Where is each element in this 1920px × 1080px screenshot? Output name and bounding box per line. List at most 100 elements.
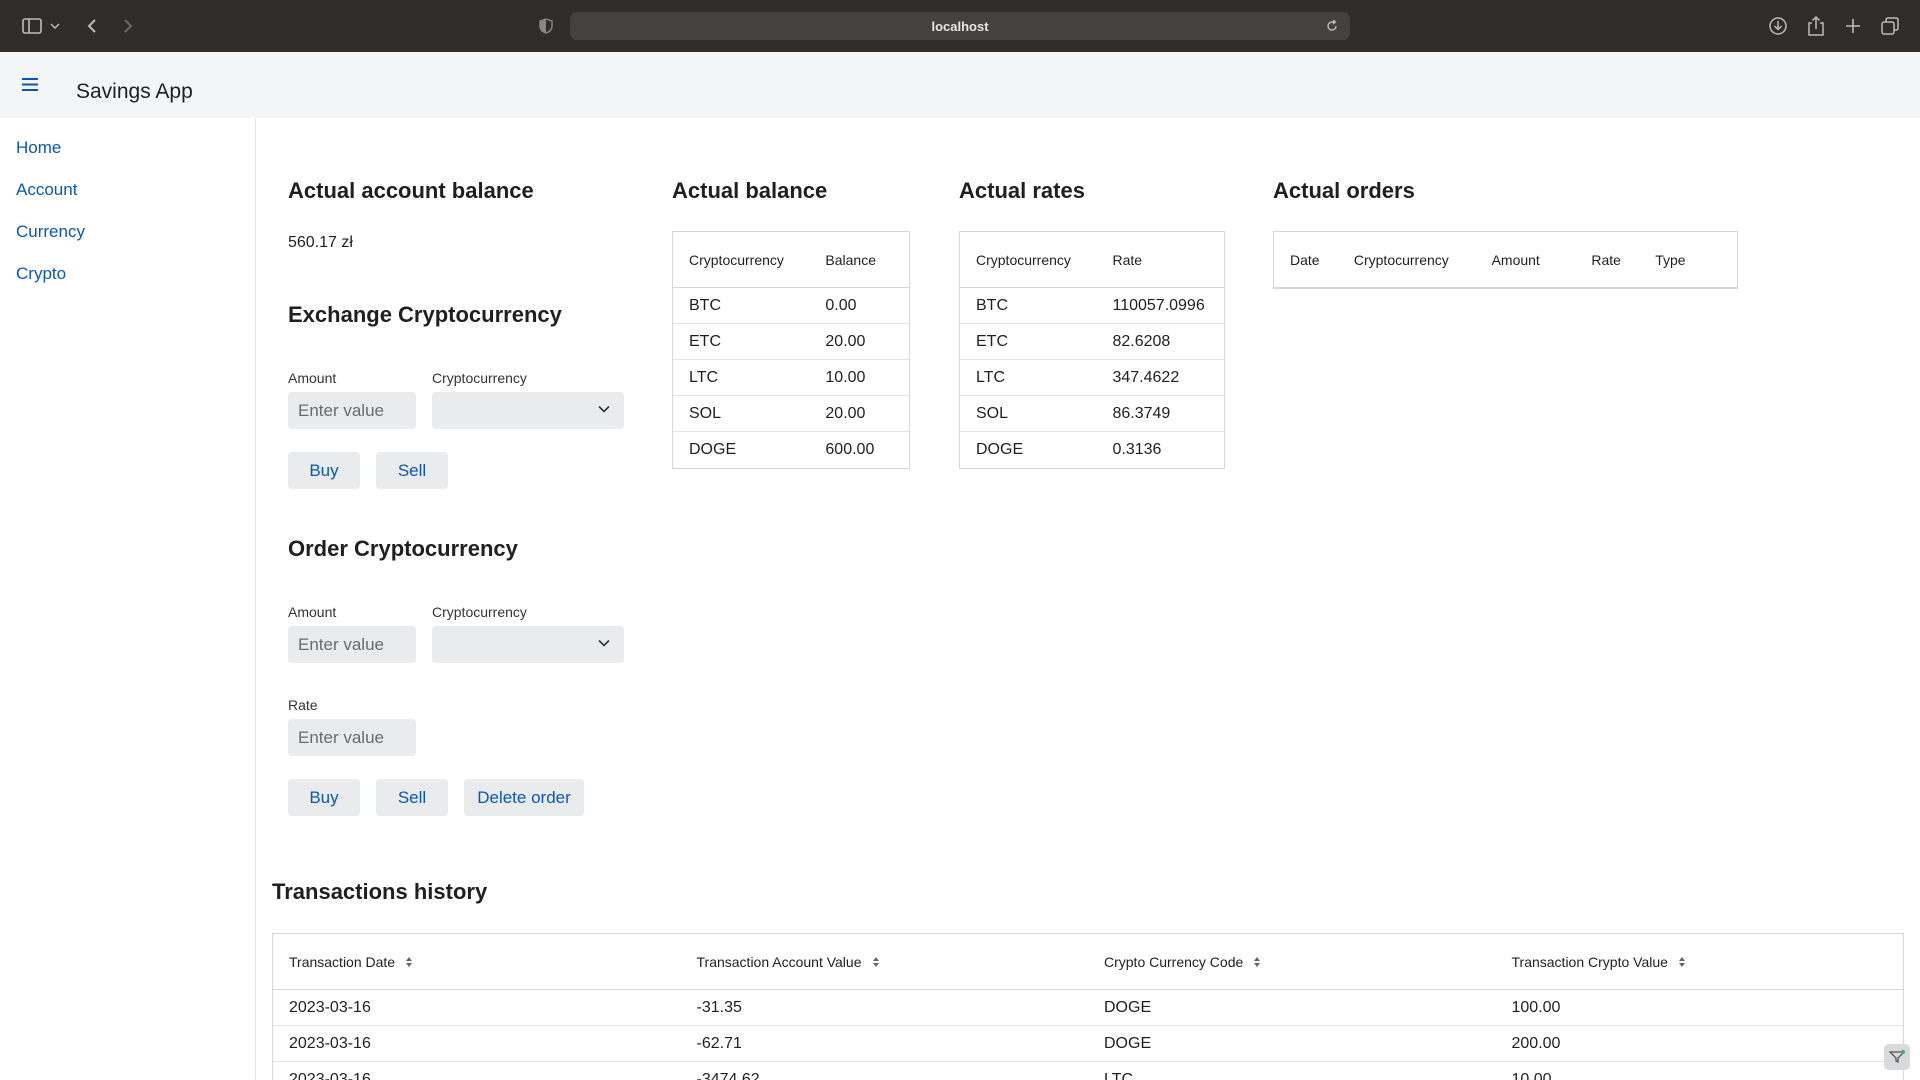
table-row: DOGE 0.3136 — [960, 432, 1224, 468]
table-cell: 110057.0996 — [1112, 296, 1205, 314]
order-heading: Order Cryptocurrency — [288, 536, 518, 561]
table-cell: 600.00 — [825, 441, 875, 458]
table-cell: 86.3749 — [1112, 404, 1171, 422]
order-rate-label: Rate — [288, 697, 318, 713]
tabs-overview-icon[interactable] — [1878, 14, 1902, 38]
table-header-row: Date Cryptocurrency Amount Rate Type — [1274, 232, 1737, 288]
table-cell: DOGE — [1104, 998, 1152, 1016]
table-cell: SOL — [976, 404, 1009, 422]
order-rate-input[interactable]: Enter value — [288, 719, 416, 756]
column-header-label: Transaction Account Value — [696, 953, 862, 970]
exchange-buy-button[interactable]: Buy — [288, 452, 360, 489]
column-header-label: Transaction Date — [289, 953, 396, 970]
table-cell: 100.00 — [1511, 998, 1561, 1016]
browser-toolbar: localhost — [0, 0, 1920, 52]
table-cell: BTC — [689, 296, 721, 314]
sidebar-item-home[interactable]: Home — [16, 138, 61, 158]
back-arrow-icon[interactable] — [80, 14, 104, 38]
delete-order-button[interactable]: Delete order — [464, 779, 584, 816]
table-cell: 10.00 — [1511, 1070, 1552, 1080]
column-header-account-value[interactable]: Transaction Account Value — [681, 954, 1089, 970]
table-cell: DOGE — [976, 441, 1024, 458]
sidebar-item-account[interactable]: Account — [16, 180, 77, 200]
exchange-amount-input[interactable]: Enter value — [288, 392, 416, 429]
sidebar-toggle-icon[interactable] — [20, 14, 44, 38]
table-row: SOL 20.00 — [673, 396, 909, 432]
column-header: Rate — [1591, 251, 1621, 268]
chevron-down-icon[interactable] — [48, 14, 62, 38]
order-amount-label: Amount — [288, 604, 337, 620]
column-header: Rate — [1112, 251, 1143, 268]
sidebar-item-crypto[interactable]: Crypto — [16, 264, 66, 284]
table-row: DOGE 600.00 — [673, 432, 909, 468]
sidebar-item-currency[interactable]: Currency — [16, 222, 85, 242]
app-title: Savings App — [76, 80, 193, 103]
exchange-sell-button[interactable]: Sell — [376, 452, 448, 489]
order-buy-button[interactable]: Buy — [288, 779, 360, 816]
history-table: Transaction Date Transaction Account Val… — [272, 933, 1904, 1080]
sort-icon[interactable] — [405, 956, 413, 968]
table-cell: ETC — [976, 332, 1008, 350]
download-icon[interactable] — [1766, 14, 1790, 38]
order-amount-input[interactable]: Enter value — [288, 626, 416, 663]
orders-table: Date Cryptocurrency Amount Rate Type — [1273, 231, 1738, 289]
table-row: 2023-03-16 -3474.62 LTC 10.00 — [273, 1062, 1903, 1080]
table-cell: 10.00 — [825, 368, 866, 386]
order-amount-placeholder: Enter value — [298, 634, 384, 654]
app-header: Savings App — [0, 52, 1920, 118]
table-cell: LTC — [689, 368, 719, 386]
history-heading: Transactions history — [272, 879, 488, 904]
table-cell: LTC — [976, 368, 1006, 386]
column-header: Amount — [1491, 251, 1540, 268]
table-cell: ETC — [689, 332, 721, 350]
table-row: 2023-03-16 -31.35 DOGE 100.00 — [273, 990, 1903, 1026]
feedback-icon[interactable] — [1884, 1044, 1910, 1070]
table-row: BTC 110057.0996 — [960, 288, 1224, 324]
exchange-amount-label: Amount — [288, 370, 337, 386]
sort-icon[interactable] — [1678, 956, 1686, 968]
exchange-heading: Exchange Cryptocurrency — [288, 302, 562, 327]
sort-icon[interactable] — [1253, 956, 1261, 968]
sort-icon[interactable] — [872, 956, 880, 968]
chevron-down-icon — [596, 401, 612, 417]
table-cell: DOGE — [689, 441, 737, 458]
column-header: Cryptocurrency — [1353, 251, 1449, 268]
table-cell: 2023-03-16 — [289, 1034, 371, 1052]
table-cell: DOGE — [1104, 1034, 1152, 1052]
column-header-transaction-date[interactable]: Transaction Date — [273, 954, 681, 970]
column-header-label: Transaction Crypto Value — [1511, 953, 1668, 970]
table-row: SOL 86.3749 — [960, 396, 1224, 432]
order-rate-placeholder: Enter value — [298, 727, 384, 747]
url-text: localhost — [931, 18, 989, 34]
table-cell: 0.00 — [825, 296, 857, 314]
table-cell: LTC — [1104, 1070, 1134, 1080]
table-cell: 20.00 — [825, 404, 866, 422]
exchange-crypto-select[interactable] — [432, 392, 624, 429]
url-field[interactable]: localhost — [570, 12, 1350, 40]
column-header: Cryptocurrency — [689, 251, 784, 268]
order-crypto-label: Cryptocurrency — [432, 604, 527, 620]
account-balance-value: 560.17 zł — [288, 234, 353, 251]
column-header: Balance — [825, 251, 876, 268]
privacy-shield-icon[interactable] — [534, 14, 558, 38]
table-cell: 2023-03-16 — [289, 1070, 371, 1080]
table-cell: 2023-03-16 — [289, 998, 371, 1016]
account-balance-heading: Actual account balance — [288, 178, 534, 203]
column-header: Type — [1655, 251, 1686, 268]
sidebar: Home Account Currency Crypto — [0, 118, 256, 1080]
orders-heading: Actual orders — [1273, 178, 1415, 203]
table-row: LTC 347.4622 — [960, 360, 1224, 396]
hamburger-menu-icon[interactable] — [18, 72, 42, 96]
table-row: 2023-03-16 -62.71 DOGE 200.00 — [273, 1026, 1903, 1062]
table-cell: -62.71 — [696, 1034, 742, 1052]
table-cell: 0.3136 — [1112, 441, 1162, 458]
exchange-amount-placeholder: Enter value — [298, 400, 384, 420]
forward-arrow-icon[interactable] — [116, 14, 140, 38]
order-sell-button[interactable]: Sell — [376, 779, 448, 816]
share-icon[interactable] — [1804, 14, 1828, 38]
reload-icon[interactable] — [1322, 16, 1342, 36]
column-header-crypto-code[interactable]: Crypto Currency Code — [1088, 954, 1496, 970]
order-crypto-select[interactable] — [432, 626, 624, 663]
column-header-crypto-value[interactable]: Transaction Crypto Value — [1496, 954, 1904, 970]
new-tab-icon[interactable] — [1841, 14, 1865, 38]
